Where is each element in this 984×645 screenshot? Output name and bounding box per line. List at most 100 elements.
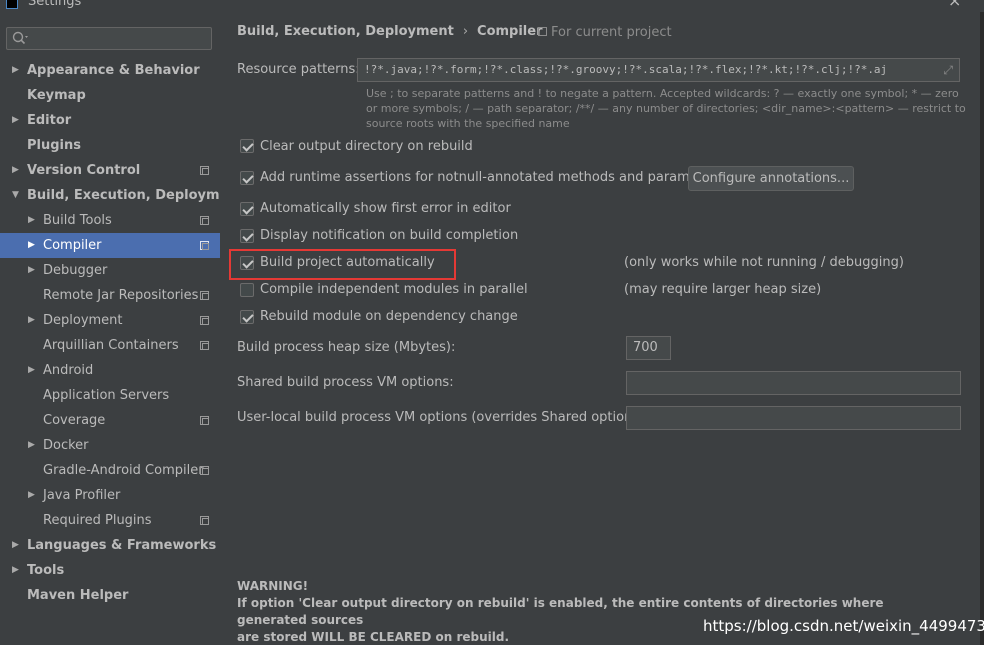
sidebar-item-debugger[interactable]: ▶ Debugger [0, 258, 220, 283]
project-scope-icon [200, 216, 209, 225]
sidebar-item-languages-frameworks[interactable]: ▶ Languages & Frameworks [0, 533, 220, 558]
breadcrumb-parent[interactable]: Build, Execution, Deployment [237, 24, 454, 39]
sidebar-item-label: Coverage [43, 413, 106, 428]
title-bar: Settings × [0, 0, 984, 12]
resource-patterns-input[interactable]: !?*.java;!?*.form;!?*.class;!?*.groovy;!… [357, 58, 960, 82]
sidebar-item-label: Arquillian Containers [43, 338, 179, 353]
expand-arrow-icon[interactable]: ▶ [28, 433, 38, 458]
sidebar-item-label: Java Profiler [43, 488, 121, 503]
sidebar-item-keymap[interactable]: Keymap [0, 83, 220, 108]
sidebar-item-coverage[interactable]: Coverage [0, 408, 220, 433]
show-first-error-label[interactable]: Automatically show first error in editor [260, 201, 511, 216]
resource-patterns-value: !?*.java;!?*.form;!?*.class;!?*.groovy;!… [364, 63, 888, 76]
collapse-arrow-icon[interactable]: ▼ [12, 183, 22, 208]
sidebar-item-deployment[interactable]: ▶ Deployment [0, 308, 220, 333]
sidebar-item-label: Debugger [43, 263, 108, 278]
sidebar-item-build-execution-deployment[interactable]: ▼ Build, Execution, Deployment [0, 183, 244, 208]
rebuild-on-dependency-label[interactable]: Rebuild module on dependency change [260, 309, 518, 324]
expand-arrow-icon[interactable]: ▶ [12, 558, 22, 583]
breadcrumb: Build, Execution, Deployment › Compiler [237, 24, 543, 39]
sidebar-item-editor[interactable]: ▶ Editor [0, 108, 220, 133]
sidebar-item-compiler[interactable]: ▶ Compiler [0, 233, 220, 258]
sidebar-item-label: Android [43, 363, 94, 378]
project-scope-icon [200, 316, 209, 325]
rebuild-on-dependency-checkbox[interactable] [240, 310, 254, 324]
runtime-assertions-checkbox[interactable] [240, 171, 254, 185]
scope-label: For current project [538, 25, 672, 40]
sidebar-item-java-profiler[interactable]: ▶ Java Profiler [0, 483, 220, 508]
build-notification-label[interactable]: Display notification on build completion [260, 228, 518, 243]
resource-patterns-label: Resource patterns: [237, 62, 360, 77]
warning-title: WARNING! [237, 579, 309, 593]
sidebar-item-application-servers[interactable]: Application Servers [0, 383, 220, 408]
expand-arrow-icon[interactable]: ▶ [28, 358, 38, 383]
heap-size-label: Build process heap size (Mbytes): [237, 340, 456, 355]
build-automatically-checkbox[interactable] [240, 256, 254, 270]
sidebar-item-tools[interactable]: ▶ Tools [0, 558, 220, 583]
runtime-assertions-label[interactable]: Add runtime assertions for notnull-annot… [260, 170, 723, 185]
settings-search-input[interactable] [6, 27, 212, 50]
sidebar-item-android[interactable]: ▶ Android [0, 358, 220, 383]
window-title: Settings [28, 0, 82, 9]
resource-patterns-hint: Use ; to separate patterns and ! to nega… [366, 87, 966, 130]
sidebar-item-label: Required Plugins [43, 513, 152, 528]
search-icon [12, 31, 28, 45]
heap-size-input[interactable]: 700 [626, 336, 671, 360]
build-notification-checkbox[interactable] [240, 229, 254, 243]
sidebar-item-label: Gradle-Android Compiler [43, 463, 204, 478]
sidebar-item-label: Docker [43, 438, 89, 453]
sidebar-item-plugins[interactable]: Plugins [0, 133, 220, 158]
sidebar-item-remote-jar-repositories[interactable]: Remote Jar Repositories [0, 283, 220, 308]
sidebar-item-label: Tools [27, 563, 65, 578]
sidebar-item-required-plugins[interactable]: Required Plugins [0, 508, 220, 533]
sidebar-item-appearance-behavior[interactable]: ▶ Appearance & Behavior [0, 58, 220, 83]
expand-arrow-icon[interactable]: ▶ [12, 158, 22, 183]
show-first-error-checkbox[interactable] [240, 202, 254, 216]
clear-output-label[interactable]: Clear output directory on rebuild [260, 139, 473, 154]
expand-arrow-icon[interactable]: ▶ [12, 58, 22, 83]
watermark: https://blog.csdn.net/weixin_44994731 [703, 617, 984, 635]
build-automatically-note: (only works while not running / debuggin… [624, 255, 904, 270]
shared-vm-options-input[interactable] [626, 371, 961, 395]
sidebar-item-label: Keymap [27, 88, 86, 103]
expand-arrow-icon[interactable]: ▶ [28, 233, 38, 258]
expand-arrow-icon[interactable]: ▶ [28, 308, 38, 333]
breadcrumb-current: Compiler [477, 24, 543, 39]
settings-sidebar: ▶ Appearance & Behavior Keymap ▶ Editor … [0, 12, 244, 645]
breadcrumb-separator-icon: › [462, 24, 469, 39]
sidebar-item-build-tools[interactable]: ▶ Build Tools [0, 208, 220, 233]
project-scope-icon [538, 27, 547, 36]
parallel-compile-checkbox[interactable] [240, 283, 254, 297]
shared-vm-options-label: Shared build process VM options: [237, 375, 454, 390]
sidebar-item-label: Build, Execution, Deployment [27, 188, 244, 203]
background-editor-edge [980, 12, 984, 645]
clear-output-checkbox[interactable] [240, 139, 254, 153]
sidebar-item-label: Application Servers [43, 388, 170, 403]
project-scope-icon [200, 291, 209, 300]
sidebar-item-maven-helper[interactable]: Maven Helper [0, 583, 220, 608]
project-scope-icon [200, 166, 209, 175]
project-scope-icon [200, 241, 209, 250]
sidebar-item-docker[interactable]: ▶ Docker [0, 433, 220, 458]
expand-arrow-icon[interactable]: ▶ [28, 208, 38, 233]
user-vm-options-label: User-local build process VM options (ove… [237, 410, 649, 425]
expand-arrow-icon[interactable]: ▶ [28, 258, 38, 283]
parallel-compile-label[interactable]: Compile independent modules in parallel [260, 282, 528, 297]
sidebar-item-label: Build Tools [43, 213, 112, 228]
sidebar-item-arquillian-containers[interactable]: Arquillian Containers [0, 333, 220, 358]
expand-field-icon[interactable]: ⤢ [943, 59, 953, 81]
sidebar-item-version-control[interactable]: ▶ Version Control [0, 158, 220, 183]
expand-arrow-icon[interactable]: ▶ [28, 483, 38, 508]
close-icon[interactable]: × [948, 0, 961, 10]
expand-arrow-icon[interactable]: ▶ [12, 108, 22, 133]
scope-text: For current project [551, 25, 672, 40]
expand-arrow-icon[interactable]: ▶ [12, 533, 22, 558]
sidebar-item-label: Deployment [43, 313, 123, 328]
sidebar-item-label: Maven Helper [27, 588, 129, 603]
configure-annotations-button[interactable]: Configure annotations... [688, 166, 854, 191]
project-scope-icon [200, 341, 209, 350]
sidebar-item-label: Appearance & Behavior [27, 63, 200, 78]
build-automatically-label[interactable]: Build project automatically [260, 255, 435, 270]
user-vm-options-input[interactable] [626, 406, 961, 430]
sidebar-item-gradle-android-compiler[interactable]: Gradle-Android Compiler [0, 458, 220, 483]
